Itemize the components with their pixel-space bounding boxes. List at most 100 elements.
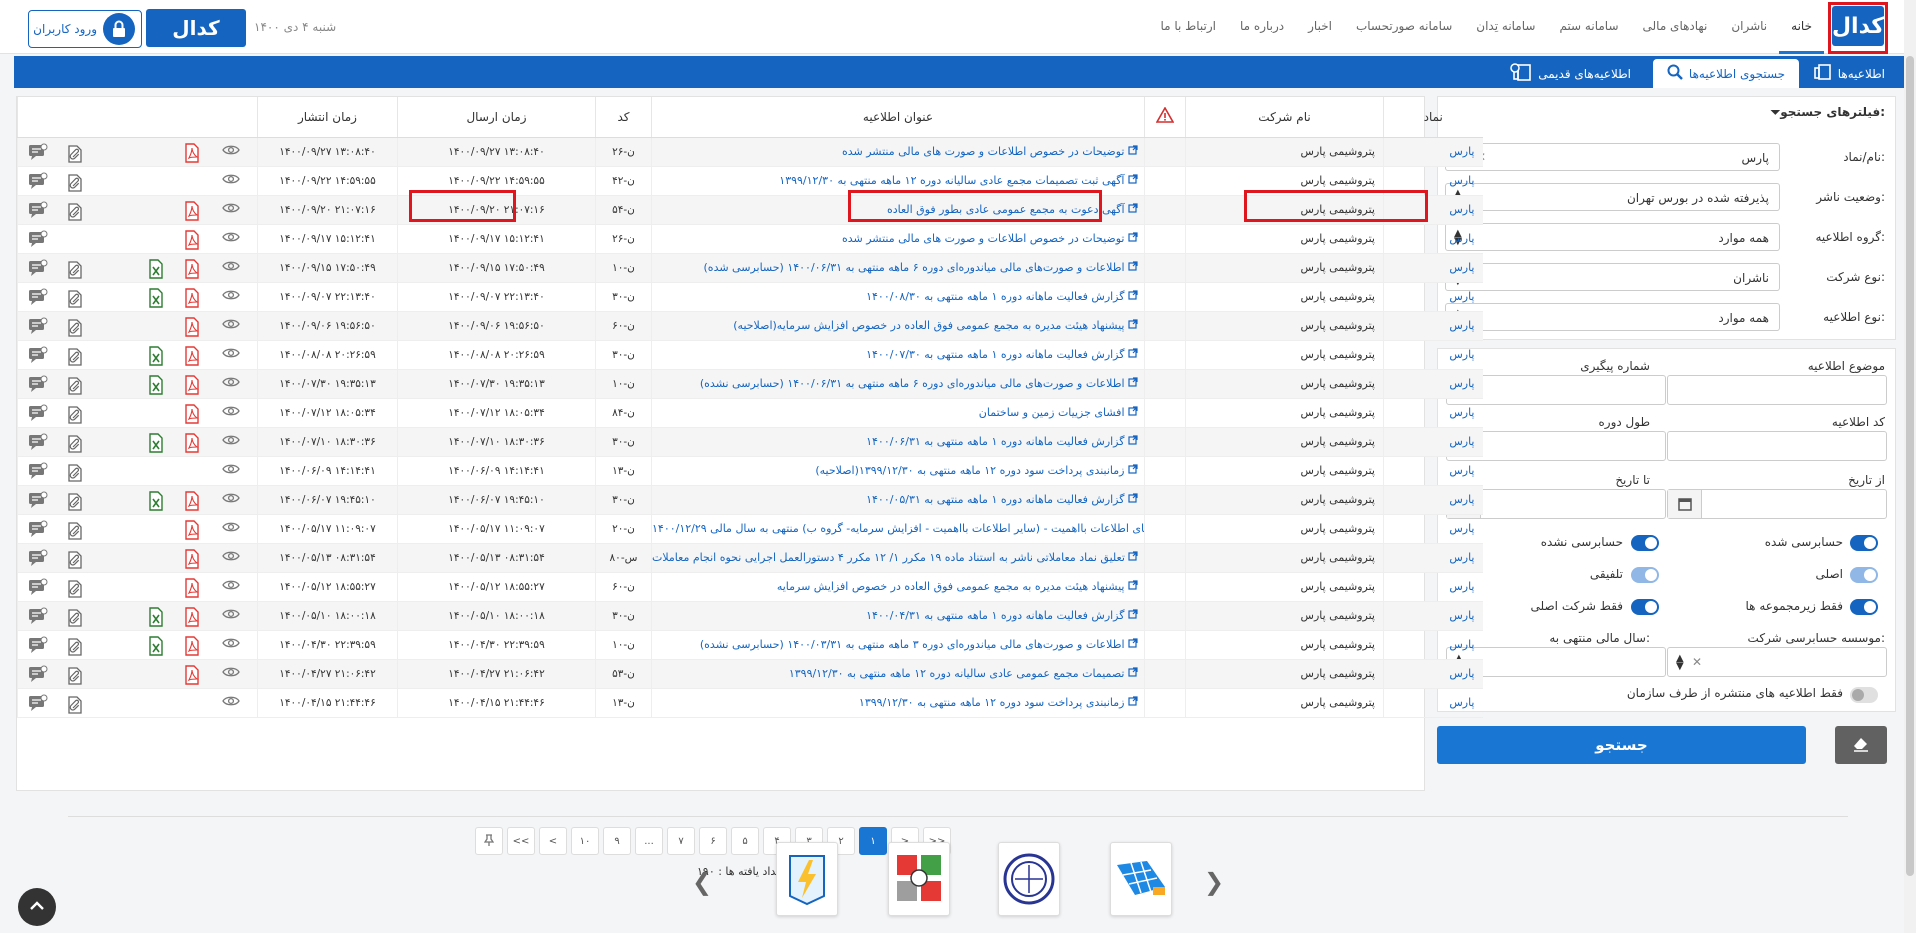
attachment-icon[interactable]: [66, 288, 86, 308]
ann-title-link[interactable]: گزارش فعالیت ماهانه دوره ۱ ماهه منتهی به…: [651, 601, 1145, 631]
eye-icon[interactable]: [222, 288, 242, 308]
ann-title-link[interactable]: تصمیمات مجمع عمومی عادی سالیانه دوره ۱۲ …: [651, 659, 1145, 689]
ann-title[interactable]: گزارش فعالیت ماهانه دوره ۱ ماهه منتهی به…: [866, 493, 1124, 506]
symbol-link[interactable]: پارس: [1383, 195, 1483, 225]
ann-title[interactable]: گزارش فعالیت ماهانه دوره ۱ ماهه منتهی به…: [866, 348, 1124, 361]
ann-title[interactable]: گزارش فعالیت ماهانه دوره ۱ ماهه منتهی به…: [866, 609, 1124, 622]
comment-icon[interactable]: [28, 491, 48, 511]
ann-title[interactable]: تعلیق نماد معاملاتی ناشر به استناد ماده …: [653, 551, 1125, 564]
ann-title[interactable]: آگهی ثبت تصمیمات مجمع عادی سالیانه دوره …: [779, 174, 1124, 187]
excel-icon[interactable]: [148, 374, 168, 395]
scroll-top-button[interactable]: [18, 888, 56, 926]
ann-title-link[interactable]: آگهی دعوت به مجمع عمومی عادی بطور فوق ال…: [651, 195, 1145, 225]
table-row[interactable]: ۱۴۰۰/۰۹/۰۶ ۱۹:۵۶:۵۰ ۱۴۰۰/۰۹/۰۶ ۱۹:۵۶:۵۰ ن-…: [17, 311, 1483, 341]
attachment-icon[interactable]: [66, 462, 86, 482]
table-row[interactable]: ۱۴۰۰/۰۵/۱۲ ۱۸:۵۵:۲۷ ۱۴۰۰/۰۵/۱۲ ۱۸:۵۵:۲۷ ن-…: [17, 572, 1483, 602]
excel-icon[interactable]: [148, 490, 168, 511]
solar-panel-icon[interactable]: [1110, 842, 1172, 916]
comment-icon[interactable]: [28, 201, 48, 221]
pdf-icon[interactable]: [184, 142, 204, 163]
login-button[interactable]: ورود کاربران: [28, 10, 142, 48]
nav-link[interactable]: ارتباط با ما: [1148, 0, 1228, 54]
symbol-link[interactable]: پارس: [1383, 137, 1483, 167]
nav-link[interactable]: سامانه تِدان: [1464, 0, 1547, 54]
audited-toggle[interactable]: [1850, 535, 1878, 551]
comment-icon[interactable]: [28, 607, 48, 627]
table-row[interactable]: ۱۴۰۰/۰۴/۱۵ ۲۱:۴۴:۴۶ ۱۴۰۰/۰۴/۱۵ ۲۱:۴۴:۴۶ ن-…: [17, 688, 1483, 718]
table-row[interactable]: ۱۴۰۰/۰۶/۰۷ ۱۹:۴۵:۱۰ ۱۴۰۰/۰۶/۰۷ ۱۹:۴۵:۱۰ ن-…: [17, 485, 1483, 515]
ann-title[interactable]: اطلاعات و صورت‌های مالی میاندوره‌ای دوره…: [700, 377, 1125, 390]
ann-title-link[interactable]: پیشنهاد هیئت مدیره به مجمع عمومی فوق الع…: [651, 311, 1145, 341]
pdf-icon[interactable]: [184, 345, 204, 366]
original-toggle[interactable]: [1850, 567, 1878, 583]
attachment-icon[interactable]: [66, 375, 86, 395]
page-button[interactable]: ۷: [667, 827, 695, 855]
attachment-icon[interactable]: [66, 578, 86, 598]
page-button[interactable]: ۹: [603, 827, 631, 855]
ann-title-link[interactable]: تعلیق نماد معاملاتی ناشر به استناد ماده …: [651, 543, 1145, 573]
pdf-icon[interactable]: [184, 200, 204, 221]
combined-toggle[interactable]: [1631, 567, 1659, 583]
ann-title-link[interactable]: اطلاعات و صورت‌های مالی میاندوره‌ای دوره…: [651, 630, 1145, 660]
chevron-left-icon[interactable]: ❮: [692, 868, 712, 896]
nav-link[interactable]: اخبار: [1296, 0, 1344, 54]
ann-title[interactable]: افشای اطلاعات بااهمیت - (سایر اطلاعات با…: [653, 522, 1145, 535]
table-row[interactable]: ۱۴۰۰/۰۴/۳۰ ۲۲:۳۹:۵۹ ۱۴۰۰/۰۴/۳۰ ۲۲:۳۹:۵۹ ن-…: [17, 630, 1483, 660]
excel-icon[interactable]: [148, 287, 168, 308]
codal-logo-small[interactable]: کدال: [146, 9, 246, 47]
clear-icon[interactable]: ✕: [1692, 655, 1702, 669]
nav-link[interactable]: نهادهای مالی: [1631, 0, 1720, 54]
excel-icon[interactable]: [148, 345, 168, 366]
symbol-link[interactable]: پارس: [1383, 688, 1483, 718]
ann-title-link[interactable]: توضیحات در خصوص اطلاعات و صورت های مالی …: [651, 137, 1145, 167]
ann-title[interactable]: توضیحات در خصوص اطلاعات و صورت های مالی …: [842, 145, 1125, 158]
ann-title-link[interactable]: آگهی ثبت تصمیمات مجمع عادی سالیانه دوره …: [651, 166, 1145, 196]
tab-search[interactable]: جستجوی اطلاعیه‌ها: [1653, 59, 1799, 88]
symbol-link[interactable]: پارس: [1383, 630, 1483, 660]
attachment-icon[interactable]: [66, 491, 86, 511]
ann-title-link[interactable]: پیشنهاد هیئت مدیره به مجمع عمومی فوق الع…: [651, 572, 1145, 602]
ann-group-select[interactable]: همه موارد ▲ ▼: [1445, 223, 1780, 251]
symbol-link[interactable]: پارس: [1383, 311, 1483, 341]
comment-icon[interactable]: [28, 636, 48, 656]
symbol-link[interactable]: پارس: [1383, 224, 1483, 254]
table-row[interactable]: ۱۴۰۰/۰۹/۱۵ ۱۷:۵۰:۴۹ ۱۴۰۰/۰۹/۱۵ ۱۷:۵۰:۴۹ ن-…: [17, 253, 1483, 283]
attachment-icon[interactable]: [66, 346, 86, 366]
pin-button[interactable]: [475, 827, 503, 855]
table-row[interactable]: ۱۴۰۰/۰۹/۰۷ ۲۲:۱۳:۴۰ ۱۴۰۰/۰۹/۰۷ ۲۲:۱۳:۴۰ ن-…: [17, 282, 1483, 312]
ann-title[interactable]: گزارش فعالیت ماهانه دوره ۱ ماهه منتهی به…: [866, 435, 1124, 448]
nav-link[interactable]: سامانه ستم: [1547, 0, 1630, 54]
scrollbar-thumb[interactable]: [1906, 56, 1914, 876]
eye-icon[interactable]: [222, 230, 242, 250]
ann-title-link[interactable]: اطلاعات و صورت‌های مالی میاندوره‌ای دوره…: [651, 369, 1145, 399]
search-button[interactable]: جستجو: [1437, 726, 1806, 764]
table-row[interactable]: ۱۴۰۰/۰۶/۰۹ ۱۴:۱۴:۴۱ ۱۴۰۰/۰۶/۰۹ ۱۴:۱۴:۴۱ ن-…: [17, 456, 1483, 486]
ann-title[interactable]: آگهی دعوت به مجمع عمومی عادی بطور فوق ال…: [887, 203, 1125, 216]
attachment-icon[interactable]: [66, 317, 86, 337]
symbol-link[interactable]: پارس: [1383, 456, 1483, 486]
puzzle-logo-icon[interactable]: [888, 842, 950, 916]
pdf-icon[interactable]: [184, 229, 204, 250]
comment-icon[interactable]: [28, 665, 48, 685]
pdf-icon[interactable]: [184, 577, 204, 598]
pdf-icon[interactable]: [184, 403, 204, 424]
eye-icon[interactable]: [222, 578, 242, 598]
eye-icon[interactable]: [222, 491, 242, 511]
ann-title-link[interactable]: گزارش فعالیت ماهانه دوره ۱ ماهه منتهی به…: [651, 340, 1145, 370]
page-button[interactable]: ۱: [859, 827, 887, 855]
pdf-icon[interactable]: [184, 374, 204, 395]
ann-type-select[interactable]: همه موارد ▲ ▼: [1445, 303, 1780, 331]
excel-icon[interactable]: [148, 606, 168, 627]
comment-icon[interactable]: [28, 230, 48, 250]
symbol-link[interactable]: پارس: [1383, 340, 1483, 370]
symbol-link[interactable]: پارس: [1383, 601, 1483, 631]
comment-icon[interactable]: [28, 404, 48, 424]
eye-icon[interactable]: [222, 694, 242, 714]
org-only-toggle[interactable]: [1850, 687, 1878, 703]
pdf-icon[interactable]: [184, 519, 204, 540]
clear-filters-button[interactable]: [1835, 726, 1887, 764]
ann-title-link[interactable]: گزارش فعالیت ماهانه دوره ۱ ماهه منتهی به…: [651, 485, 1145, 515]
comment-icon[interactable]: [28, 549, 48, 569]
next-page-button[interactable]: <: [539, 827, 567, 855]
comment-icon[interactable]: [28, 520, 48, 540]
